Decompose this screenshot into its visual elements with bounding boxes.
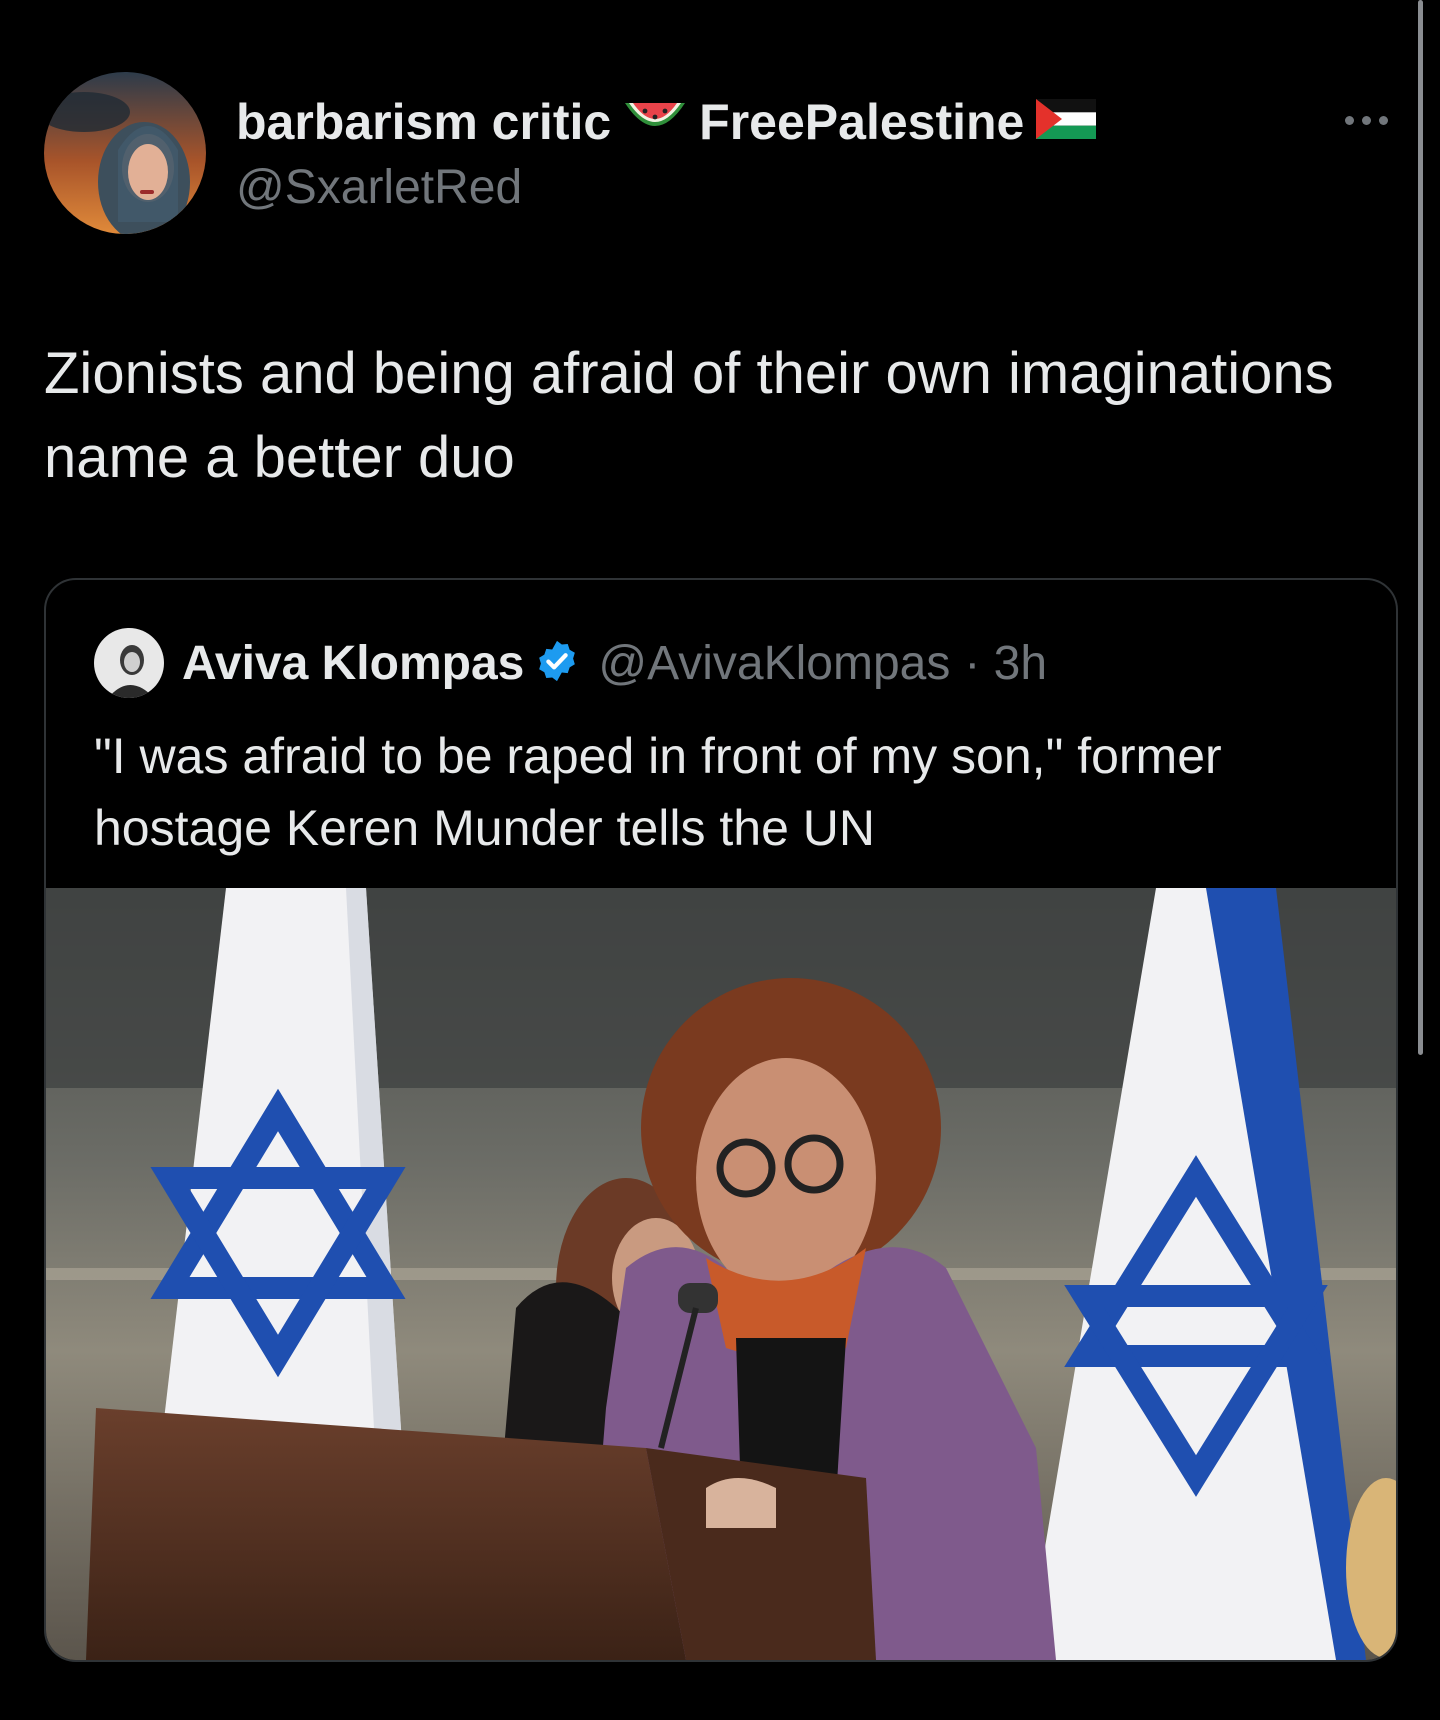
quoted-media-photo[interactable] — [46, 888, 1396, 1660]
palestine-flag-icon — [1036, 93, 1097, 151]
author-avatar-image — [44, 72, 206, 234]
author-avatar[interactable] — [44, 72, 206, 234]
more-dot — [1344, 115, 1354, 125]
more-dot — [1361, 115, 1371, 125]
more-options-icon[interactable] — [1336, 110, 1396, 130]
quoted-author-avatar[interactable] — [94, 628, 164, 698]
quoted-media-image — [46, 888, 1396, 1660]
watermelon-icon — [623, 93, 687, 151]
quoted-tweet-card[interactable]: Aviva Klompas @AvivaKlompas · 3h "I was … — [44, 578, 1398, 1662]
author-display-name-suffix: FreePalestine — [699, 94, 1025, 150]
quoted-tweet-text: "I was afraid to be raped in front of my… — [94, 728, 1222, 856]
scrollbar[interactable] — [1418, 0, 1423, 1055]
quoted-timestamp: · 3h — [964, 636, 1048, 690]
author-name-row[interactable]: barbarism critic FreePalestine — [236, 93, 1097, 151]
more-dot — [1378, 115, 1388, 125]
author-display-name: barbarism critic — [236, 94, 612, 150]
quoted-header: Aviva Klompas @AvivaKlompas · 3h — [94, 628, 1048, 698]
author-handle[interactable]: @SxarletRed — [236, 160, 522, 215]
tweet-text: Zionists and being afraid of their own i… — [44, 341, 1334, 490]
verified-badge-icon — [534, 638, 580, 689]
quoted-author-handle: @AvivaKlompas — [598, 636, 951, 690]
quoted-author-name: Aviva Klompas — [182, 636, 525, 690]
